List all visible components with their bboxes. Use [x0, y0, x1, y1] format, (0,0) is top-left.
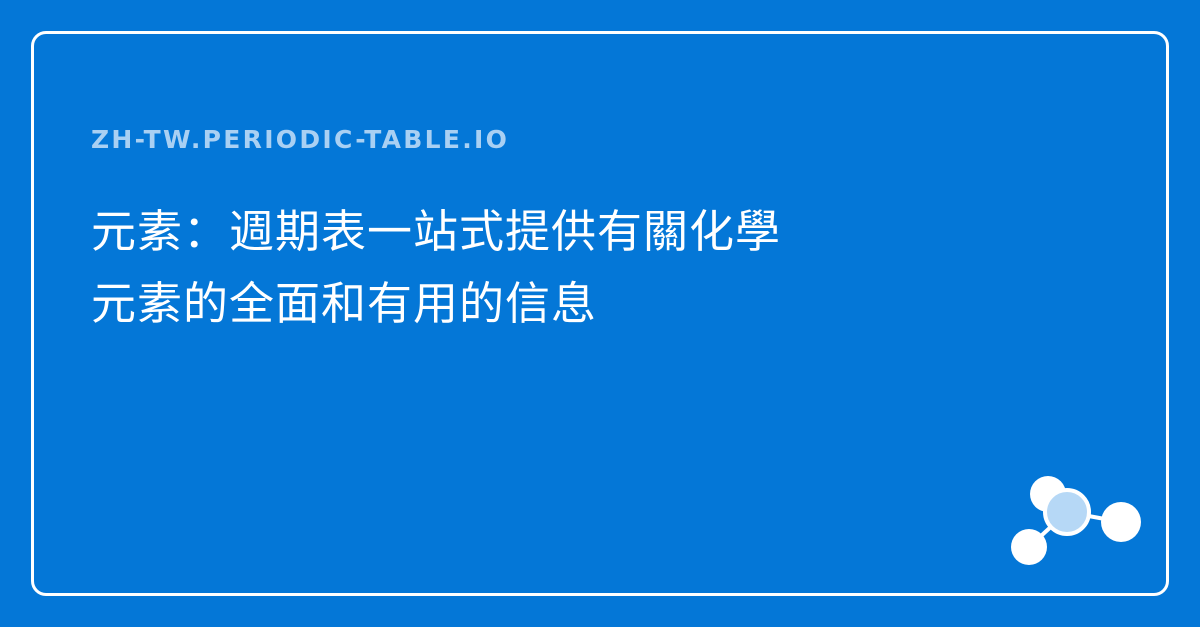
headline-line-2: 元素的全面和有用的信息 — [91, 277, 598, 330]
atom-bottom — [1011, 529, 1047, 565]
page-headline: 元素：週期表一站式提供有關化學 元素的全面和有用的信息 — [91, 196, 1071, 340]
headline-line-1: 元素：週期表一站式提供有關化學 — [91, 205, 782, 258]
molecule-icon — [1011, 476, 1141, 565]
atom-center — [1043, 488, 1091, 536]
site-domain: ZH-TW.PERIODIC-TABLE.IO — [91, 125, 510, 154]
atom-right — [1101, 502, 1141, 542]
